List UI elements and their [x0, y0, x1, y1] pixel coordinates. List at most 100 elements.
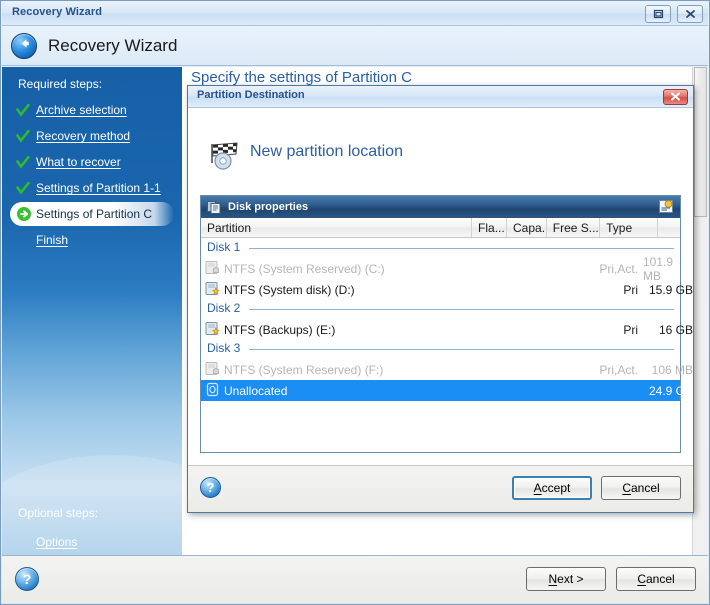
cancel-button[interactable]: Cancel: [616, 567, 696, 591]
next-button-label: Next >: [548, 572, 583, 586]
unallocated-icon: [205, 382, 221, 400]
dialog-close-button[interactable]: [663, 89, 688, 105]
table-row[interactable]: NTFS (System Reserved) (F:) Pri,Act. 106…: [201, 359, 680, 380]
partition-flags: [595, 380, 643, 401]
disk-divider: [249, 349, 674, 350]
checkered-flag-disk-icon: [208, 141, 242, 176]
partition-name: NTFS (System disk) (D:): [224, 283, 355, 297]
dialog-help-button[interactable]: ?: [200, 477, 221, 498]
partition-name: NTFS (Backups) (E:): [224, 323, 335, 337]
close-window-button[interactable]: [677, 5, 703, 23]
disk-label: Disk 3: [207, 341, 240, 355]
disk-properties-title: Disk properties: [228, 201, 308, 213]
window-titlebar: Recovery Wizard: [2, 2, 708, 26]
partition-name: Unallocated: [224, 384, 287, 398]
partition-free-space: 77.31 MB: [698, 258, 710, 279]
green-check-icon: [16, 182, 36, 195]
table-row[interactable]: NTFS (Backups) (E:) Pri 16 GB 12.05 GB N…: [201, 319, 680, 340]
disk-divider: [249, 309, 674, 310]
partition-locked-icon: [205, 260, 221, 278]
sidebar-item-settings-of-partition-c[interactable]: Settings of Partition C: [2, 201, 182, 227]
wizard-header: Recovery Wizard: [2, 26, 708, 66]
sidebar-item-label: Settings of Partition 1-1: [36, 181, 161, 195]
partition-name-cell: NTFS (System Reserved) (C:): [205, 258, 595, 279]
accept-button[interactable]: Accept: [512, 476, 592, 500]
dialog-cancel-button[interactable]: Cancel: [601, 476, 681, 500]
optional-steps-label: Optional steps:: [18, 506, 98, 520]
disk-properties-icon: [207, 200, 221, 214]
disk-group-header: Disk 3: [201, 340, 680, 359]
sidebar-item-finish[interactable]: Finish: [2, 227, 182, 253]
sidebar-item-label: Finish: [36, 233, 68, 247]
window-title: Recovery Wizard: [12, 6, 102, 18]
sidebar-item-archive-selection[interactable]: Archive selection: [2, 97, 182, 123]
column-header-type[interactable]: Type: [600, 218, 657, 237]
green-check-icon: [16, 104, 36, 117]
partition-flags: Pri: [595, 319, 643, 340]
partition-capacity: 106 MB: [643, 359, 698, 380]
sidebar-item-settings-of-partition-1-1[interactable]: Settings of Partition 1-1: [2, 175, 182, 201]
sidebar-item-label: Settings of Partition C: [36, 207, 152, 221]
dialog-titlebar: Partition Destination: [188, 86, 693, 108]
steps-sidebar: Required steps: Archive selection Recove…: [2, 67, 182, 555]
column-header-spacer[interactable]: [658, 218, 680, 237]
partition-flags: Pri,Act.: [595, 359, 643, 380]
disk-label: Disk 1: [207, 240, 240, 254]
restore-window-button[interactable]: [645, 5, 671, 23]
help-icon: ?: [207, 480, 215, 495]
table-body: Disk 1 NTFS (System Reserved) (C:) Pri,A…: [201, 239, 680, 452]
disk-label: Disk 2: [207, 301, 240, 315]
sidebar-item-recovery-method[interactable]: Recovery method: [2, 123, 182, 149]
disk-divider: [249, 248, 674, 249]
partition-free-space: 7.755 GB: [698, 279, 710, 300]
green-arrow-icon: [16, 207, 36, 221]
dialog-footer: ? Accept Cancel: [188, 466, 693, 512]
partition-name: NTFS (System Reserved) (F:): [224, 363, 383, 377]
required-steps-label: Required steps:: [18, 77, 102, 91]
disk-group-header: Disk 1: [201, 239, 680, 258]
partition-name: NTFS (System Reserved) (C:): [224, 262, 385, 276]
wizard-actions: Next > Cancel: [526, 567, 696, 591]
close-window-icon: [685, 9, 696, 19]
scrollbar-thumb[interactable]: [694, 67, 707, 217]
column-header-free-space[interactable]: Free S...: [547, 218, 600, 237]
window-controls: [645, 5, 703, 23]
partition-name-cell: Unallocated: [205, 380, 595, 401]
disk-group-header: Disk 2: [201, 300, 680, 319]
partition-flags: Pri,Act.: [595, 258, 643, 279]
partition-capacity: 101.9 MB: [643, 258, 698, 279]
partition-capacity: 16 GB: [643, 319, 698, 340]
dialog-heading: New partition location: [250, 143, 403, 161]
sidebar-item-label: Recovery method: [36, 129, 130, 143]
help-button[interactable]: ?: [15, 567, 39, 591]
vertical-scrollbar[interactable]: [692, 67, 708, 555]
sidebar-item-what-to-recover[interactable]: What to recover: [2, 149, 182, 175]
dialog-title: Partition Destination: [197, 89, 305, 101]
partition-name-cell: NTFS (System Reserved) (F:): [205, 359, 595, 380]
partition-flags: Pri: [595, 279, 643, 300]
column-header-capacity[interactable]: Capa...: [507, 218, 547, 237]
back-button[interactable]: [11, 33, 37, 59]
table-row[interactable]: Unallocated 24.9 GB Unallocated: [201, 380, 680, 401]
partition-free-space: 12.05 GB: [698, 319, 710, 340]
partition-star-icon: [205, 281, 221, 299]
column-header-partition[interactable]: Partition: [201, 218, 472, 237]
sidebar-item-label: Archive selection: [36, 103, 127, 117]
sidebar-item-label: What to recover: [36, 155, 121, 169]
dialog-body: New partition location Disk properties: [188, 108, 693, 466]
dialog-actions: Accept Cancel: [512, 476, 681, 500]
sidebar-item-label: Options: [36, 535, 77, 549]
disk-properties-detail-icon[interactable]: [657, 198, 676, 216]
restore-window-icon: [653, 9, 664, 19]
page-title: Recovery Wizard: [48, 36, 177, 56]
table-row[interactable]: NTFS (System Reserved) (C:) Pri,Act. 101…: [201, 258, 680, 279]
next-button[interactable]: Next >: [526, 567, 606, 591]
back-arrow-icon: [17, 36, 32, 56]
table-header-row: Partition Fla... Capa... Free S... Type: [201, 218, 680, 238]
optional-steps-list: Options: [2, 529, 182, 555]
table-row[interactable]: NTFS (System disk) (D:) Pri 15.9 GB 7.75…: [201, 279, 680, 300]
column-header-flags[interactable]: Fla...: [472, 218, 507, 237]
partition-capacity: 15.9 GB: [643, 279, 698, 300]
partition-free-space: [698, 380, 710, 401]
sidebar-item-options[interactable]: Options: [2, 529, 182, 555]
